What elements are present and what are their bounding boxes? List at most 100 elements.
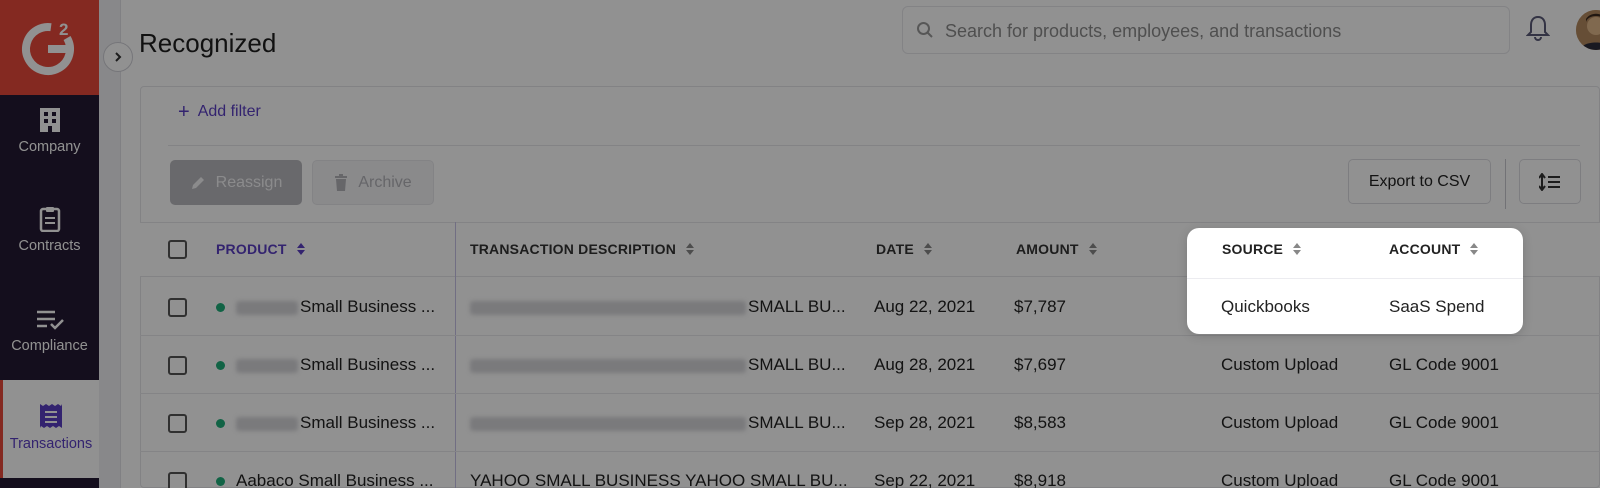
- cell-date: Aug 28, 2021: [874, 355, 976, 374]
- cell-account: GL Code 9001: [1389, 355, 1499, 374]
- receipt-icon: [40, 404, 62, 428]
- cell-text: SMALL BU...: [748, 413, 846, 432]
- column-header-label: ACCOUNT: [1389, 241, 1461, 257]
- column-header-amount[interactable]: AMOUNT: [1016, 241, 1097, 257]
- sidebar-item-transactions[interactable]: Transactions: [0, 380, 99, 478]
- export-csv-label: Export to CSV: [1368, 172, 1471, 190]
- cell-source: Quickbooks: [1221, 297, 1310, 316]
- list-check-icon: [36, 310, 64, 330]
- plus-icon: +: [178, 101, 190, 123]
- column-header-account[interactable]: ACCOUNT: [1389, 241, 1479, 257]
- redacted-text: [470, 300, 746, 315]
- sidebar-item-contracts[interactable]: Contracts: [0, 206, 99, 254]
- toolbar-divider: [1505, 159, 1506, 209]
- redacted-text: [470, 358, 746, 373]
- export-csv-button[interactable]: Export to CSV: [1348, 159, 1491, 204]
- notifications-button[interactable]: [1525, 14, 1551, 47]
- svg-text:2: 2: [59, 20, 68, 39]
- status-dot: [216, 477, 225, 486]
- search-icon: [917, 22, 933, 38]
- g2-logo[interactable]: 2: [0, 0, 99, 95]
- redacted-text: [236, 358, 298, 373]
- sort-icon: [923, 243, 932, 255]
- bell-icon: [1525, 15, 1551, 42]
- column-header-date[interactable]: DATE: [876, 241, 932, 257]
- chevron-right-icon: [115, 52, 122, 62]
- cell-product[interactable]: Small Business ...: [236, 297, 435, 317]
- reassign-label: Reassign: [215, 173, 283, 191]
- cell-date: Sep 22, 2021: [874, 471, 976, 488]
- column-header-transaction-description[interactable]: TRANSACTION DESCRIPTION: [470, 241, 695, 257]
- page-title: Recognized: [139, 28, 277, 58]
- cell-text: Small Business ...: [300, 355, 436, 374]
- redacted-text: [470, 416, 746, 431]
- cell-date: Aug 22, 2021: [874, 297, 976, 316]
- building-icon: [39, 108, 60, 132]
- redacted-text: [236, 416, 298, 431]
- add-filter-label: Add filter: [197, 103, 261, 120]
- status-dot: [216, 361, 225, 370]
- sidebar-item-label: Compliance: [11, 338, 88, 354]
- clipboard-icon: [39, 207, 60, 232]
- column-header-label: AMOUNT: [1016, 241, 1079, 257]
- trash-icon: [335, 174, 348, 191]
- redacted-text: [236, 300, 298, 315]
- cell-product[interactable]: Small Business ...: [236, 355, 435, 375]
- row-divider: [140, 335, 1600, 336]
- select-all-checkbox[interactable]: [168, 240, 187, 259]
- spotlight-divider: [1187, 278, 1523, 279]
- cell-text: SMALL BU...: [748, 297, 846, 316]
- column-header-source[interactable]: SOURCE: [1222, 241, 1302, 257]
- row-checkbox[interactable]: [168, 472, 187, 488]
- sort-icon: [1293, 243, 1302, 255]
- divider: [168, 145, 1580, 146]
- sort-icon: [296, 243, 305, 255]
- cell-description: SMALL BU...: [470, 413, 846, 433]
- column-header-label: DATE: [876, 241, 914, 257]
- sidebar-item-company[interactable]: Company: [0, 107, 99, 155]
- search-bar[interactable]: [902, 6, 1510, 54]
- pencil-icon: [191, 176, 204, 189]
- sidebar-gutter: [99, 0, 121, 488]
- cell-source: Custom Upload: [1221, 413, 1339, 432]
- cell-description: YAHOO SMALL BUSINESS YAHOO SMALL BU...: [470, 471, 848, 488]
- reassign-button[interactable]: Reassign: [170, 160, 302, 205]
- row-checkbox[interactable]: [168, 298, 187, 317]
- user-avatar[interactable]: [1576, 10, 1600, 50]
- sidebar: 2 Company Contracts Compliance Transacti…: [0, 0, 99, 488]
- cell-amount: $8,918: [1014, 471, 1066, 488]
- row-divider: [140, 451, 1600, 452]
- expand-sidebar-button[interactable]: [103, 42, 133, 72]
- status-dot: [216, 303, 225, 312]
- frozen-column-divider: [455, 222, 456, 488]
- column-header-product[interactable]: PRODUCT: [216, 241, 305, 257]
- row-checkbox[interactable]: [168, 414, 187, 433]
- cell-product[interactable]: Small Business ...: [236, 413, 435, 433]
- sidebar-item-compliance[interactable]: Compliance: [0, 308, 99, 354]
- cell-description: SMALL BU...: [470, 355, 846, 375]
- row-checkbox[interactable]: [168, 356, 187, 375]
- column-settings-button[interactable]: [1519, 159, 1581, 204]
- g2-logo-icon: 2: [21, 20, 74, 75]
- sidebar-item-label: Contracts: [18, 238, 81, 254]
- cell-account: GL Code 9001: [1389, 413, 1499, 432]
- sort-lines-icon: [1539, 172, 1560, 191]
- archive-label: Archive: [358, 173, 412, 191]
- column-header-label: TRANSACTION DESCRIPTION: [470, 241, 677, 257]
- sidebar-item-label: Company: [18, 139, 81, 155]
- search-input[interactable]: [945, 15, 1500, 47]
- status-dot: [216, 419, 225, 428]
- sort-icon: [1470, 243, 1479, 255]
- column-header-label: SOURCE: [1222, 241, 1284, 257]
- cell-text: Small Business ...: [300, 413, 436, 432]
- cell-date: Sep 28, 2021: [874, 413, 976, 432]
- avatar-image-icon: [1576, 10, 1600, 50]
- cell-amount: $8,583: [1014, 413, 1066, 432]
- row-divider: [140, 393, 1600, 394]
- add-filter-button[interactable]: + Add filter: [178, 102, 261, 122]
- cell-product[interactable]: Aabaco Small Business ...: [236, 471, 433, 488]
- cell-source: Custom Upload: [1221, 355, 1339, 374]
- sort-icon: [686, 243, 695, 255]
- archive-button[interactable]: Archive: [312, 160, 434, 205]
- sort-icon: [1088, 243, 1097, 255]
